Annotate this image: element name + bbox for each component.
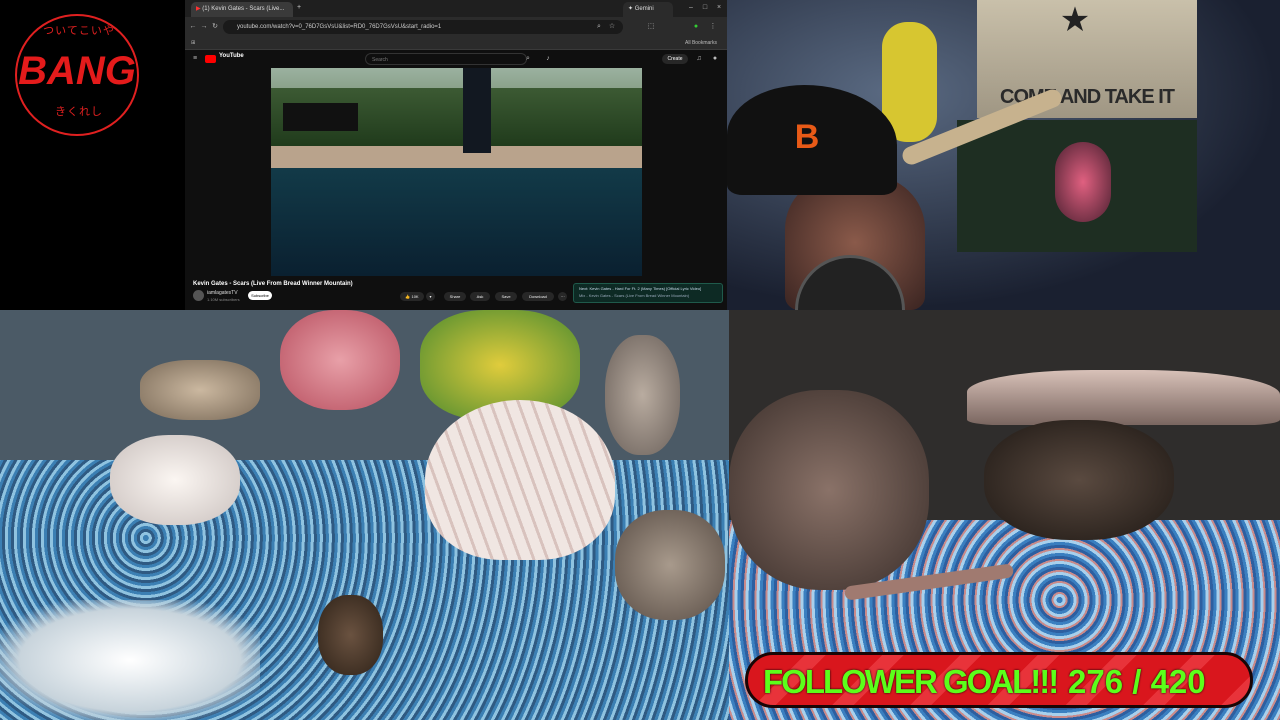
- scallop-shell: [425, 400, 615, 560]
- video-pool-deck: [271, 146, 642, 168]
- notifications-icon[interactable]: ♫: [693, 52, 705, 66]
- extensions-icon[interactable]: ⬚: [645, 20, 657, 34]
- tab-youtube[interactable]: ▶ (1) Kevin Gates - Scars (Live...: [191, 2, 293, 17]
- address-bar-row: ← → ↻ youtube.com/watch?v=0_76D7GsVsU&li…: [185, 17, 727, 37]
- follower-goal-label: FOLLOWER GOAL!!!: [763, 663, 1059, 700]
- more-actions-icon[interactable]: ⋯: [558, 292, 567, 301]
- video-info: Kevin Gates - Scars (Live From Bread Win…: [185, 276, 727, 310]
- youtube-header: ≡ YouTube Search ⌕ ♪ Create ♫ ●: [185, 50, 727, 68]
- logo-top-text: ついてこいや: [43, 25, 115, 37]
- follower-goal-count: 276 / 420: [1068, 663, 1206, 700]
- streamer-cap: B: [727, 85, 897, 195]
- thumbs-up-icon: 👍: [405, 294, 411, 299]
- star-icon: ★: [1059, 1, 1091, 39]
- aquarium-rock: [605, 335, 680, 455]
- follower-goal-bar: FOLLOWER GOAL!!! 276 / 420: [745, 652, 1253, 708]
- video-piano: [283, 103, 358, 131]
- subscriber-count: 1.10M subscribers: [207, 297, 240, 302]
- account-avatar-icon[interactable]: ●: [709, 52, 721, 66]
- browser-window: ▶ (1) Kevin Gates - Scars (Live... + ✦ G…: [185, 0, 727, 310]
- tab-title: (1) Kevin Gates - Scars (Live...: [202, 6, 285, 12]
- like-button[interactable]: 👍 10K: [400, 292, 424, 301]
- like-count: 10K: [411, 294, 419, 299]
- tab-gemini[interactable]: ✦ Gemini: [623, 2, 673, 17]
- broken-shell: [110, 435, 240, 525]
- snapping-turtle: [729, 390, 929, 590]
- channel-logo-panel: ついてこいや BANG きくれし: [0, 0, 185, 310]
- webcam-feed: ★ COME AND TAKE IT B: [727, 0, 1280, 310]
- close-window-icon[interactable]: ×: [713, 1, 725, 15]
- youtube-logo-icon[interactable]: [205, 55, 216, 63]
- coral-rock: [140, 360, 260, 420]
- search-icon[interactable]: ⌕: [522, 52, 534, 66]
- skull-image: [1055, 142, 1111, 222]
- dislike-icon[interactable]: ▾: [426, 292, 435, 301]
- light-glare: [0, 600, 260, 720]
- reload-icon[interactable]: ↻: [209, 20, 221, 34]
- video-player[interactable]: [271, 68, 642, 276]
- gemini-tab-title: Gemini: [634, 6, 654, 12]
- slate-cave: [967, 370, 1280, 425]
- youtube-icon: ▶: [196, 6, 201, 12]
- youtube-search-input[interactable]: Search: [365, 53, 527, 65]
- url-field[interactable]: youtube.com/watch?v=0_76D7GsVsU&list=RD0…: [223, 20, 623, 34]
- octopus-ornament: [280, 310, 400, 410]
- create-button[interactable]: Create: [662, 54, 688, 64]
- ask-button[interactable]: Ask: [470, 292, 490, 301]
- bookmarks-bar: ⊞ All Bookmarks: [185, 37, 727, 50]
- up-next-subtitle: Mix - Kevin Gates - Scars (Live From Bre…: [579, 293, 690, 298]
- browser-menu-icon[interactable]: ⋮: [707, 20, 719, 34]
- wall-flag: ★ COME AND TAKE IT: [977, 0, 1197, 118]
- profile-avatar-icon[interactable]: ●: [690, 20, 702, 34]
- up-next-box[interactable]: Next: Kevin Gates - Hard For Ft. 2 (Many…: [573, 283, 723, 303]
- maximize-icon[interactable]: □: [699, 1, 711, 15]
- logo-main-text: BANG: [18, 49, 136, 93]
- up-next-title: Next: Kevin Gates - Hard For Ft. 2 (Many…: [579, 286, 702, 291]
- microphone-icon[interactable]: ♪: [542, 52, 554, 66]
- video-title: Kevin Gates - Scars (Live From Bread Win…: [193, 281, 353, 287]
- aquarium-rock: [615, 510, 725, 620]
- new-tab-icon[interactable]: +: [293, 1, 305, 15]
- tab-bar: ▶ (1) Kevin Gates - Scars (Live... + ✦ G…: [185, 0, 727, 17]
- aquarium-left: [0, 310, 729, 720]
- hamburger-menu-icon[interactable]: ≡: [189, 52, 201, 66]
- logo-bottom-text: きくれし: [55, 106, 103, 118]
- share-button[interactable]: Share: [444, 292, 466, 301]
- download-button[interactable]: Download: [522, 292, 554, 301]
- hiding-turtle: [984, 420, 1174, 540]
- channel-name[interactable]: iamlagatesTV: [207, 290, 238, 296]
- bengals-logo-icon: B: [794, 118, 820, 156]
- video-pool: [271, 168, 642, 276]
- video-performer: [463, 68, 491, 153]
- all-bookmarks[interactable]: All Bookmarks: [685, 37, 717, 49]
- channel-avatar[interactable]: [193, 290, 204, 301]
- subscribe-button[interactable]: Subscribe: [248, 291, 272, 300]
- skull-poster: [957, 120, 1197, 252]
- bookmark-star-icon[interactable]: ☆: [606, 20, 618, 34]
- zoom-icon[interactable]: ⌕: [593, 20, 605, 34]
- minimize-icon[interactable]: –: [685, 1, 697, 15]
- sparkle-icon: ✦: [628, 6, 634, 12]
- youtube-logo-text[interactable]: YouTube: [219, 53, 244, 59]
- apps-icon[interactable]: ⊞: [191, 37, 195, 49]
- baby-turtle: [318, 595, 383, 675]
- save-button[interactable]: Save: [495, 292, 517, 301]
